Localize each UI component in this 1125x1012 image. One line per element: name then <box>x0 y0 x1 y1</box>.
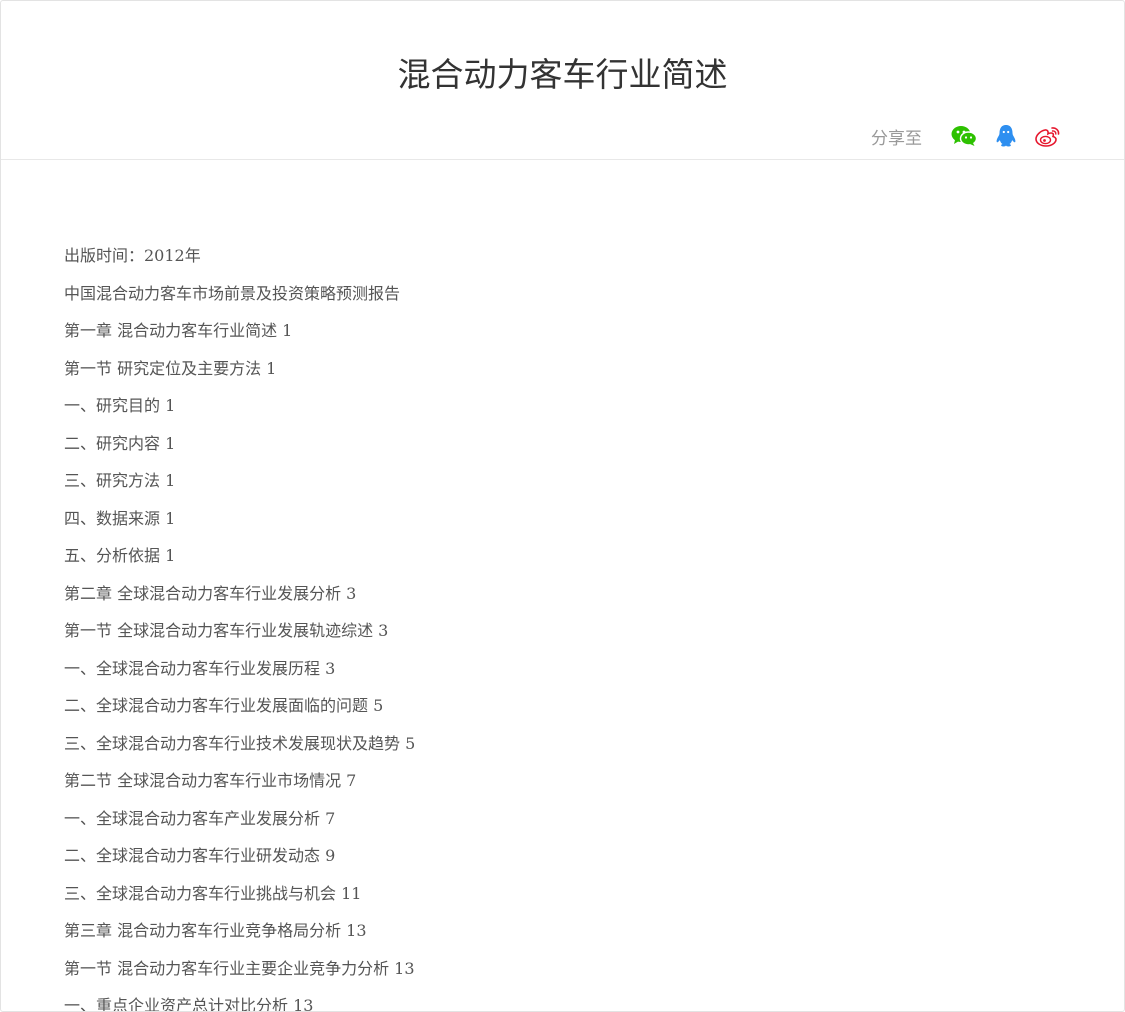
toc-line: 五、分析依据 1 <box>64 546 176 565</box>
wechat-icon[interactable] <box>950 122 978 150</box>
toc-line: 一、研究目的 1 <box>64 396 176 415</box>
publish-date: 出版时间：2012年 <box>64 246 201 265</box>
toc-line: 一、全球混合动力客车行业发展历程 3 <box>64 658 336 678</box>
toc-line: 三、研究方法 1 <box>64 471 176 490</box>
article-header: 混合动力客车行业简述 分享至 <box>1 1 1124 160</box>
share-bar: 分享至 <box>871 121 1062 151</box>
toc-line: 二、全球混合动力客车行业发展面临的问题 5 <box>64 696 384 715</box>
weibo-icon[interactable] <box>1034 122 1062 150</box>
toc-line: 一、全球混合动力客车产业发展分析 7 <box>64 808 336 828</box>
toc-line: 二、全球混合动力客车行业研发动态 9 <box>64 846 336 865</box>
toc-line: 第一节 混合动力客车行业主要企业竞争力分析 13 <box>64 958 415 978</box>
page-title: 混合动力客车行业简述 <box>397 55 728 94</box>
toc-line: 第二章 全球混合动力客车行业发展分析 3 <box>64 583 357 603</box>
toc-line: 三、全球混合动力客车行业挑战与机会 11 <box>64 883 362 903</box>
toc-line: 二、研究内容 1 <box>64 433 176 453</box>
article-card: 混合动力客车行业简述 分享至 出版时间：2012年 中国混合动力客车市场前景及投… <box>0 0 1125 1012</box>
article-content: 出版时间：2012年 中国混合动力客车市场前景及投资策略预测报告 第一章 混合动… <box>64 237 1084 1011</box>
toc-line: 第一章 混合动力客车行业简述 1 <box>64 321 293 340</box>
toc-line: 第一节 研究定位及主要方法 1 <box>64 358 277 378</box>
toc-line: 第一节 全球混合动力客车行业发展轨迹综述 3 <box>64 621 389 640</box>
report-title: 中国混合动力客车市场前景及投资策略预测报告 <box>64 283 401 303</box>
toc-line: 四、数据来源 1 <box>64 508 176 528</box>
qq-icon[interactable] <box>992 122 1020 150</box>
toc-line: 三、全球混合动力客车行业技术发展现状及趋势 5 <box>64 733 416 753</box>
share-label: 分享至 <box>871 128 922 149</box>
toc-line: 第二节 全球混合动力客车行业市场情况 7 <box>64 771 357 790</box>
toc-line: 第三章 混合动力客车行业竞争格局分析 13 <box>64 921 367 940</box>
